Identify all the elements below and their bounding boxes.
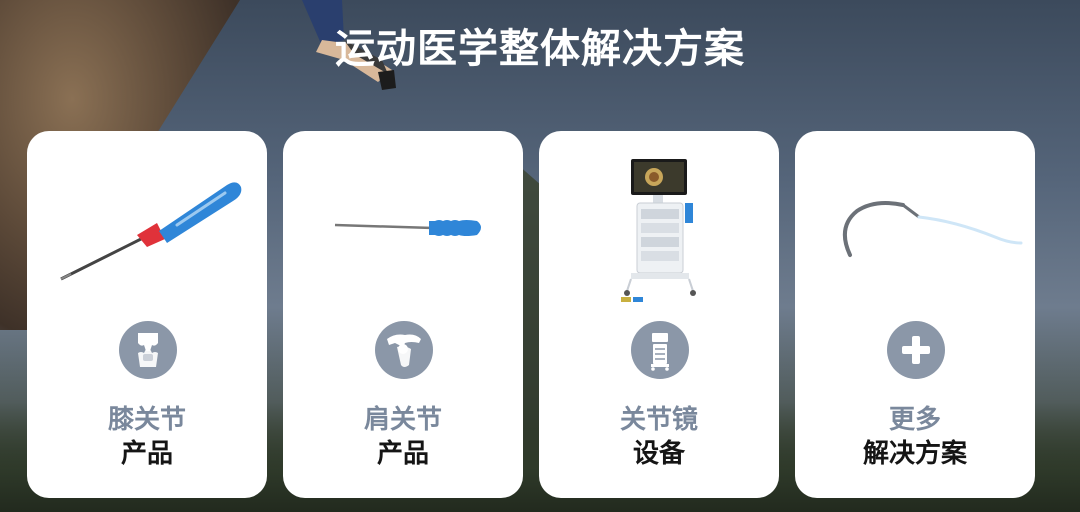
plus-icon: [887, 321, 945, 379]
card-label-secondary: 设备: [632, 439, 685, 469]
card-arthroscope-equipment[interactable]: 关节镜 设备: [539, 131, 779, 498]
card-shoulder-products[interactable]: 肩关节 产品: [283, 131, 523, 498]
page-title: 运动医学整体解决方案: [335, 26, 745, 72]
knee-joint-icon: [119, 321, 177, 379]
card-label-secondary: 产品: [120, 439, 173, 469]
suture-needle-image: [842, 201, 1023, 257]
card-label-secondary: 产品: [376, 439, 429, 469]
card-label-primary: 关节镜: [619, 405, 698, 435]
shoulder-joint-icon: [375, 321, 433, 379]
arthroscope-cart-icon: [631, 321, 689, 379]
card-label-primary: 膝关节: [107, 405, 186, 435]
arthroscopy-tower-image: [621, 159, 696, 302]
card-more-solutions[interactable]: 更多 解决方案: [795, 131, 1035, 498]
card-knee-products[interactable]: 膝关节 产品: [27, 131, 267, 498]
card-label-primary: 更多: [888, 405, 941, 435]
shoulder-awl-instrument-image: [334, 220, 481, 236]
card-label-secondary: 解决方案: [862, 439, 967, 469]
card-label-primary: 肩关节: [363, 405, 442, 435]
bone-probe-instrument-image: [60, 182, 242, 281]
